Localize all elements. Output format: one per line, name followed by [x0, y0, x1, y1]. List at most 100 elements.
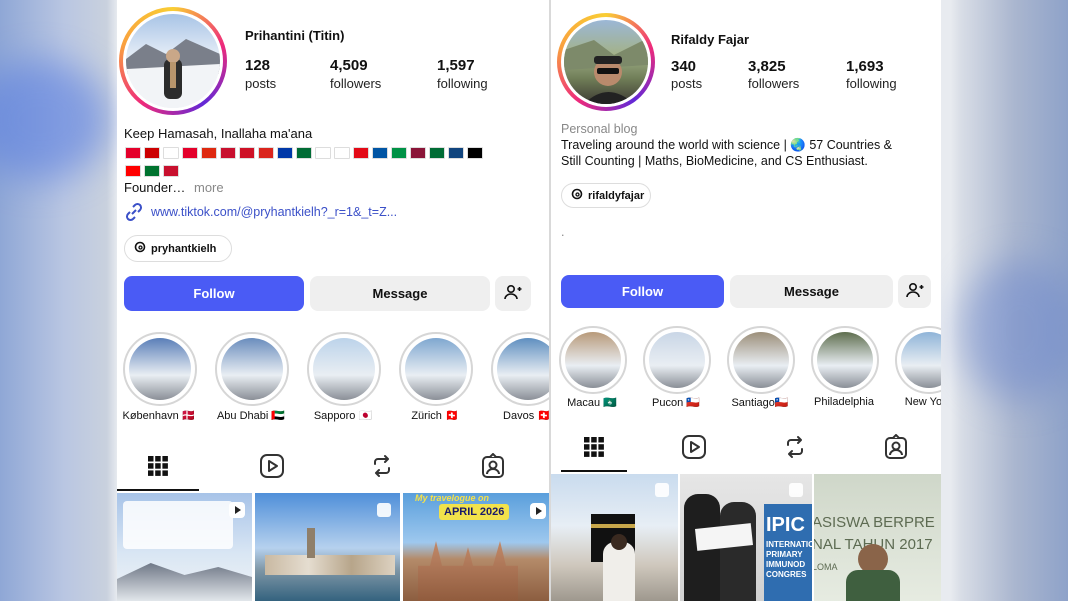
threads-handle: rifaldyfajar: [588, 189, 645, 202]
tab-tagged[interactable]: [460, 447, 526, 489]
flag-icon: [334, 147, 350, 159]
bio-dot: .: [561, 225, 565, 239]
following-count[interactable]: 1,693: [846, 58, 884, 75]
post-text: LOMA: [814, 562, 838, 572]
profile-panel-right: Rifaldy Fajar 340 posts 3,825 followers …: [551, 0, 941, 601]
more-link[interactable]: more: [194, 180, 224, 196]
followers-count[interactable]: 4,509: [330, 57, 368, 74]
threads-icon: [571, 188, 583, 203]
flag-icon: [277, 147, 293, 159]
post-thumbnail[interactable]: [551, 474, 678, 601]
threads-badge[interactable]: rifaldyfajar: [561, 183, 651, 208]
post-thumbnail[interactable]: [255, 493, 400, 601]
tab-reposts[interactable]: [762, 428, 828, 470]
post-thumbnail[interactable]: My travelogue on APRIL 2026: [403, 493, 549, 601]
tab-grid[interactable]: [117, 447, 199, 491]
highlight-label: Pucon 🇨🇱: [652, 397, 700, 409]
flag-icon: [239, 147, 255, 159]
avatar[interactable]: [564, 20, 648, 104]
add-user-button[interactable]: [898, 275, 931, 308]
post-text: ASISWA BERPRE: [814, 514, 935, 531]
post-thumbnail[interactable]: IPIC INTERNATIONAL PRIMARY IMMUNOD CONGR…: [680, 474, 812, 601]
highlight-label: Sapporo 🇯🇵: [313, 410, 373, 422]
flag-icon: [144, 165, 160, 177]
grid-icon: [147, 455, 169, 482]
flag-icon: [220, 147, 236, 159]
followers-label[interactable]: followers: [748, 76, 799, 91]
post-sub: CONGRES: [766, 570, 807, 579]
highlight-cover[interactable]: [733, 332, 789, 388]
highlight-cover[interactable]: [565, 332, 621, 388]
followers-label[interactable]: followers: [330, 76, 381, 91]
bio-text-2: Still Counting | Maths, BioMedicine, and…: [561, 154, 868, 168]
profile-link[interactable]: www.tiktok.com/@pryhantkielh?_r=1&_t=Z..…: [151, 205, 397, 219]
posts-label: posts: [671, 76, 703, 91]
highlight-cover[interactable]: [817, 332, 873, 388]
flag-icon: [296, 147, 312, 159]
highlight-cover[interactable]: [129, 338, 191, 400]
carousel-icon: [376, 502, 392, 523]
profile-panel-left: Prihantini (Titin) 128 posts 4,509 follo…: [117, 0, 549, 601]
flag-icon: [182, 147, 198, 159]
flag-icon: [410, 147, 426, 159]
flag-icon: [315, 147, 331, 159]
flag-icon: [372, 147, 388, 159]
flag-icon: [429, 147, 445, 159]
avatar[interactable]: [126, 14, 220, 108]
message-button[interactable]: Message: [730, 275, 893, 308]
highlight-label: Abu Dhabi 🇦🇪: [216, 410, 286, 422]
tab-reels[interactable]: [239, 447, 305, 489]
content-tabs: [117, 447, 549, 491]
following-label[interactable]: following: [846, 76, 897, 91]
threads-badge[interactable]: pryhantkielh: [124, 235, 232, 262]
posts-label: posts: [245, 76, 277, 91]
reel-icon: [228, 501, 246, 524]
threads-icon: [134, 241, 146, 256]
post-sub: PRIMARY: [766, 550, 803, 559]
flag-icon: [353, 147, 369, 159]
tagged-icon: [883, 433, 909, 465]
add-user-button[interactable]: [495, 276, 531, 311]
tab-reposts[interactable]: [349, 447, 415, 489]
repost-icon: [370, 454, 394, 483]
highlight-cover[interactable]: [405, 338, 467, 400]
tab-reels[interactable]: [661, 428, 727, 470]
highlight-label: Philadelphia: [814, 396, 874, 408]
avatar-photo: [564, 38, 648, 104]
bio-founder: Founder…: [124, 180, 186, 195]
post-sub: IMMUNOD: [766, 560, 806, 569]
following-label[interactable]: following: [437, 76, 488, 91]
link-icon: [124, 202, 144, 227]
highlight-cover[interactable]: [649, 332, 705, 388]
highlight-label: Zürich 🇨🇭: [411, 410, 459, 422]
highlight-label: New York: [904, 396, 941, 408]
post-thumbnail[interactable]: [117, 493, 252, 601]
tab-tagged[interactable]: [863, 428, 929, 470]
message-button[interactable]: Message: [310, 276, 490, 311]
highlight-cover[interactable]: [221, 338, 283, 400]
flag-icon: [144, 147, 160, 159]
tagged-icon: [480, 452, 506, 484]
content-tabs: [551, 428, 941, 472]
flag-icon: [125, 165, 141, 177]
post-sub: INTERNATIONAL: [766, 540, 812, 549]
highlight-label: Santiago🇨🇱: [731, 397, 789, 409]
background-blur: [0, 60, 110, 180]
post-thumbnail[interactable]: ASISWA BERPRE NAL TAHUN 2017 LOMA: [814, 474, 941, 601]
flag-icon: [448, 147, 464, 159]
post-banner: My travelogue on: [415, 493, 490, 503]
highlight-cover[interactable]: [313, 338, 375, 400]
profile-name: Prihantini (Titin): [245, 28, 345, 43]
avatar-photo: [126, 39, 220, 108]
carousel-icon: [654, 482, 670, 503]
tab-grid[interactable]: [561, 428, 627, 472]
flag-icon: [125, 147, 141, 159]
follow-button[interactable]: Follow: [124, 276, 304, 311]
flag-icon: [258, 147, 274, 159]
follow-button[interactable]: Follow: [561, 275, 724, 308]
flag-icon: [391, 147, 407, 159]
following-count[interactable]: 1,597: [437, 57, 475, 74]
followers-count[interactable]: 3,825: [748, 58, 786, 75]
background-blur: [960, 260, 1068, 400]
add-user-icon: [905, 282, 924, 301]
